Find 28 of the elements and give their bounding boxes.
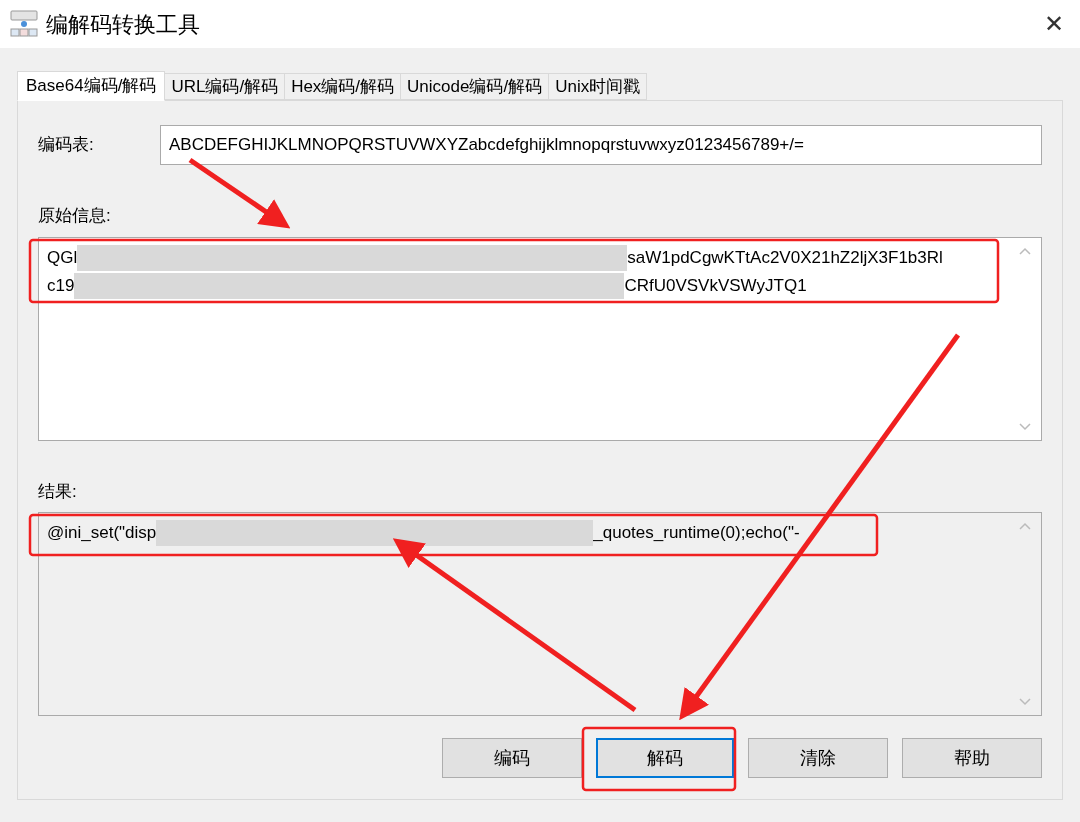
action-button[interactable]: 帮助 [902, 738, 1042, 778]
scroll-down-icon[interactable] [1018, 420, 1032, 432]
field-label: 原始信息: [38, 205, 112, 227]
text-line: CRfU0VSVkVSWyJTQ1 [624, 274, 807, 297]
tab[interactable]: Unix时间戳 [549, 73, 648, 100]
alphabet-input[interactable]: ABCDEFGHIJKLMNOPQRSTUVWXYZabcdefghijklmnopqrstuvwxyz0123456789+/= [160, 125, 1042, 165]
text-line: _quotes_runtime(0);echo("- [593, 522, 800, 545]
scroll-down-icon[interactable] [1018, 696, 1032, 707]
action-button[interactable]: 编码 [442, 738, 582, 778]
close-button[interactable]: ✕ [1044, 12, 1064, 36]
text-line: c19 [47, 274, 75, 297]
app-icon [10, 10, 38, 38]
field-label: 编码表: [38, 134, 95, 157]
action-button[interactable]: 解码 [596, 738, 734, 778]
field-label: 结果: [38, 480, 78, 503]
action-button[interactable]: 清除 [748, 738, 888, 778]
scroll-up-icon[interactable] [1018, 521, 1032, 532]
text-line: saW1pdCgwKTtAc2V0X21hZ2ljX3F1b3Rl [627, 246, 943, 269]
result-textarea[interactable]: @ini_set("disp _quotes_runtime(0);echo("- [38, 512, 1042, 716]
scroll-up-icon[interactable] [1018, 245, 1032, 257]
tab[interactable]: Base64编码/解码 [17, 71, 166, 101]
text-line: @ini_set("disp [47, 522, 157, 545]
tab[interactable]: Unicode编码/解码 [401, 73, 550, 100]
tab[interactable]: Hex编码/解码 [285, 73, 402, 100]
text-line: QGl [47, 246, 78, 269]
tab[interactable]: URL编码/解码 [165, 73, 286, 100]
source-textarea[interactable]: QGl saW1pdCgwKTtAc2V0X21hZ2ljX3F1b3Rl c19 CRfU0VSVkVSWyJTQ1 [38, 236, 1042, 441]
window-title: 编解码转换工具 [46, 10, 200, 39]
